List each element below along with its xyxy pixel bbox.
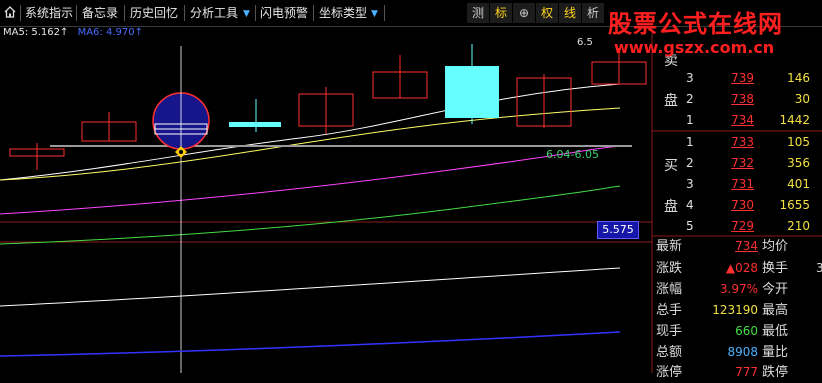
candle-body xyxy=(445,66,499,118)
quote-label-secondary: 换手 xyxy=(762,261,789,276)
tab-overlay[interactable]: ⊕ xyxy=(513,3,535,23)
buy-volume: 210 xyxy=(787,219,810,233)
sell-volume: 1442 xyxy=(779,113,810,127)
buy-row-4[interactable]: 4 730 1655 xyxy=(652,195,822,216)
quote-row-amount: 总额 8908 量比 xyxy=(652,342,822,363)
buy-row-3[interactable]: 3 731 401 xyxy=(652,174,822,195)
quote-label: 总额 xyxy=(656,345,683,360)
quote-value: 660 xyxy=(735,324,758,338)
quote-label: 现手 xyxy=(656,324,683,339)
cursor-price-tag: 5.575 xyxy=(597,221,639,239)
toolbar-divider xyxy=(76,5,77,21)
menu-system-indicator[interactable]: 系统指示 xyxy=(22,4,76,22)
sell-level: 2 xyxy=(686,92,694,106)
toolbar-divider xyxy=(384,5,385,21)
ma-line-green xyxy=(0,185,621,245)
tab-mark[interactable]: 标 xyxy=(490,3,512,23)
sell-row-3[interactable]: 3 739 146 xyxy=(652,68,822,89)
buy-row-2[interactable]: 2 732 356 xyxy=(652,153,822,174)
quote-value: 3.97% xyxy=(719,282,758,296)
signal-diamond-dot xyxy=(179,150,183,154)
watermark-title: 股票公式在线网 xyxy=(608,10,783,38)
quote-label: 最新 xyxy=(656,239,683,254)
price-range-label: 6.04-6.05 xyxy=(546,148,599,161)
ma-line-magenta xyxy=(0,145,621,215)
analysis-tools-dropdown-icon[interactable]: ▼ xyxy=(240,5,253,23)
quote-label-secondary: 最低 xyxy=(762,324,789,339)
quote-value: 123190 xyxy=(712,303,758,317)
top-price-label: 6.5 xyxy=(577,37,593,48)
quote-label-secondary: 今开 xyxy=(762,282,789,297)
quote-value: 734 xyxy=(735,239,758,253)
tab-rights[interactable]: 权 xyxy=(536,3,558,23)
quote-row-pct: 涨幅 3.97% 今开 xyxy=(652,279,822,300)
sell-price: 734 xyxy=(731,113,754,127)
ma-line-yellow xyxy=(0,107,621,181)
buy-volume: 401 xyxy=(787,177,810,191)
sell-volume: 146 xyxy=(787,71,810,85)
buy-level: 4 xyxy=(686,198,694,212)
menu-history-recall[interactable]: 历史回忆 xyxy=(127,4,181,22)
buy-row-1[interactable]: 1 733 105 xyxy=(652,132,822,153)
quote-row-current-volume: 现手 660 最低 xyxy=(652,321,822,342)
buy-level: 1 xyxy=(686,135,694,149)
ma-line-white xyxy=(0,83,621,181)
buy-volume: 105 xyxy=(787,135,810,149)
buy-volume: 1655 xyxy=(779,198,810,212)
sell-row-1[interactable]: 1 734 1442 xyxy=(652,110,822,131)
quote-label-secondary: 最高 xyxy=(762,303,789,318)
coordinate-type-dropdown-icon[interactable]: ▼ xyxy=(368,5,381,23)
sell-volume: 30 xyxy=(794,92,810,106)
candle-body xyxy=(229,122,281,127)
toolbar-divider xyxy=(184,5,185,21)
home-icon[interactable] xyxy=(3,5,17,19)
tab-analysis[interactable]: 析 xyxy=(582,3,604,23)
toolbar-divider xyxy=(313,5,314,21)
watermark-url: www.gszx.com.cn xyxy=(614,38,775,57)
ma-legend: MA5: 5.162↑ MA6: 4.970↑ xyxy=(3,27,143,38)
menu-flash-alert[interactable]: 闪电预警 xyxy=(257,4,311,22)
buy-level: 2 xyxy=(686,156,694,170)
buy-price: 733 xyxy=(731,135,754,149)
buy-price: 730 xyxy=(731,198,754,212)
sub-line-blue xyxy=(0,331,621,357)
tab-line[interactable]: 线 xyxy=(559,3,581,23)
sub-line-white xyxy=(0,267,621,307)
buy-price: 729 xyxy=(731,219,754,233)
ma6-label: MA6: 4.970↑ xyxy=(77,27,143,38)
sell-level: 1 xyxy=(686,113,694,127)
quote-label: 总手 xyxy=(656,303,683,318)
menu-memo[interactable]: 备忘录 xyxy=(79,4,121,22)
turnover-value: 3 xyxy=(816,261,822,275)
sell-row-2[interactable]: 2 738 30 xyxy=(652,89,822,110)
buy-level: 5 xyxy=(686,219,694,233)
quote-label: 涨跌 xyxy=(656,261,683,276)
buy-level: 3 xyxy=(686,177,694,191)
quote-row-latest: 最新 734 均价 xyxy=(652,236,822,257)
buy-price: 731 xyxy=(731,177,754,191)
toolbar-divider xyxy=(124,5,125,21)
buy-price: 732 xyxy=(731,156,754,170)
quote-row-change: 涨跌 ▲028 换手 3 xyxy=(652,258,822,279)
toolbar-divider xyxy=(255,5,256,21)
quote-label-secondary: 均价 xyxy=(762,239,789,254)
toolbar-divider xyxy=(20,5,21,21)
quote-label: 涨幅 xyxy=(656,282,683,297)
sell-price: 739 xyxy=(731,71,754,85)
quote-label-secondary: 量比 xyxy=(762,345,789,360)
quote-row-total-volume: 总手 123190 最高 xyxy=(652,300,822,321)
menu-coordinate-type[interactable]: 坐标类型 xyxy=(316,4,370,22)
sell-level: 3 xyxy=(686,71,694,85)
tab-measure[interactable]: 测 xyxy=(467,3,489,23)
menu-analysis-tools[interactable]: 分析工具 xyxy=(187,4,241,22)
quote-value: 8908 xyxy=(727,345,758,359)
quote-value: ▲028 xyxy=(725,261,758,275)
ma5-label: MA5: 5.162↑ xyxy=(3,27,69,38)
buy-volume: 356 xyxy=(787,156,810,170)
buy-row-5[interactable]: 5 729 210 xyxy=(652,216,822,237)
sell-price: 738 xyxy=(731,92,754,106)
